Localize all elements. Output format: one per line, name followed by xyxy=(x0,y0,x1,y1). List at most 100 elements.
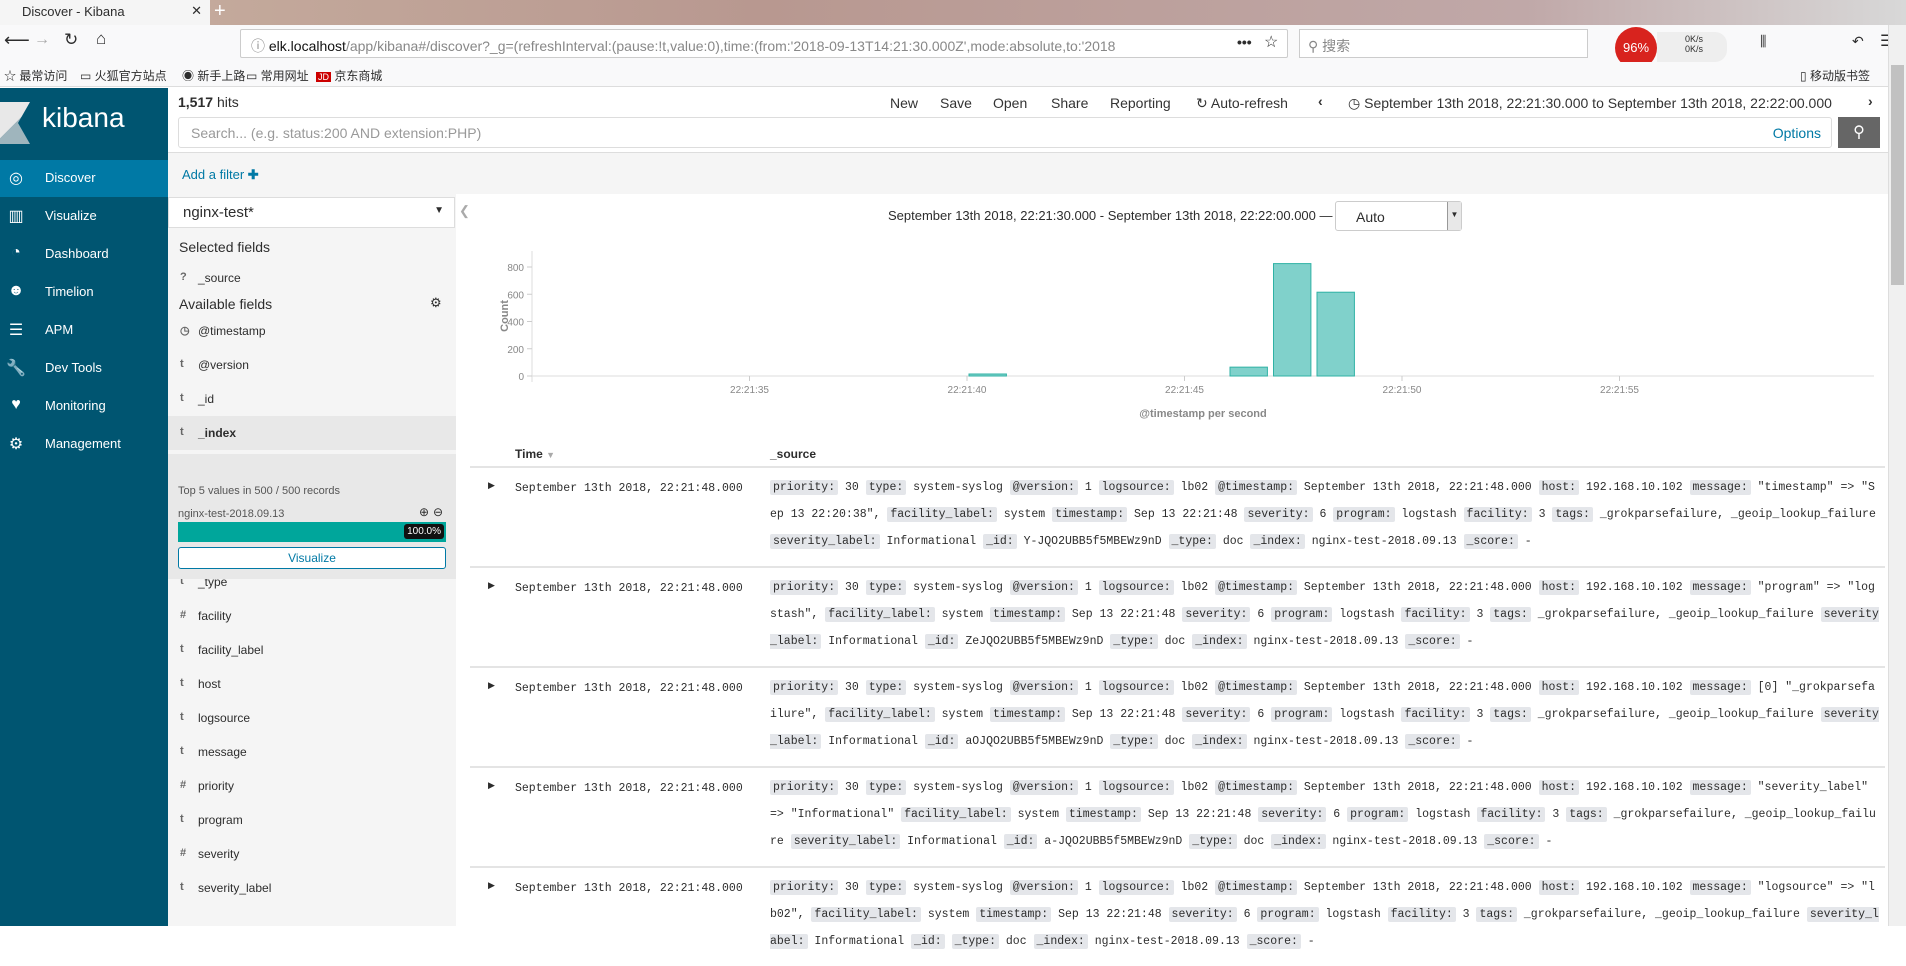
field-id[interactable]: t _id xyxy=(168,382,456,416)
row-time: September 13th 2018, 22:21:48.000 xyxy=(515,482,743,495)
url-bar[interactable]: ⓘ elk.localhost/app/kibana#/discover?_g=… xyxy=(240,29,1288,58)
expand-row-icon[interactable]: ▶ xyxy=(488,680,495,691)
browser-tab[interactable]: Discover - Kibana ✕ xyxy=(0,0,210,25)
column-header-time[interactable]: Time ▼ xyxy=(515,447,555,461)
source-key: message: xyxy=(1689,580,1751,595)
field-message[interactable]: t message xyxy=(168,735,456,769)
bookmark-getting-started[interactable]: ◉ 新手上路 xyxy=(182,67,245,84)
table-row: ▶ September 13th 2018, 22:21:48.000 priori… xyxy=(470,766,1885,866)
options-button[interactable]: Options xyxy=(1773,125,1821,141)
field-program[interactable]: t program xyxy=(168,803,456,837)
field-host[interactable]: t host xyxy=(168,667,456,701)
library-icon[interactable]: ⫼ xyxy=(1760,33,1766,50)
open-button[interactable]: Open xyxy=(993,95,1027,111)
source-value: doc xyxy=(1222,535,1244,548)
field-facilitylabel[interactable]: t facility_label xyxy=(168,633,456,667)
source-key: facility: xyxy=(1401,607,1470,622)
field-priority[interactable]: # priority xyxy=(168,769,456,803)
back-icon[interactable]: ⟵ xyxy=(4,30,30,51)
more-icon[interactable]: ••• xyxy=(1237,34,1252,50)
top-values-title: Top 5 values in 500 / 500 records xyxy=(178,485,341,497)
field-settings-gear-icon[interactable]: ⚙ xyxy=(430,295,442,311)
sidebar-item-discover[interactable]: ◎ Discover xyxy=(0,160,168,197)
source-value: Informational xyxy=(907,835,997,848)
source-value: 3 xyxy=(1538,508,1546,521)
compass-icon: ◎ xyxy=(9,170,23,187)
sidebar-item-visualize[interactable]: ▥ Visualize xyxy=(0,198,168,235)
source-key: severity_label: xyxy=(770,534,880,549)
collapse-sidebar-icon[interactable]: ❮ xyxy=(459,203,470,219)
auto-refresh-button[interactable]: ↻ Auto-refresh xyxy=(1196,95,1288,112)
source-key: timestamp: xyxy=(989,707,1065,722)
bookmark-firefox-site[interactable]: ▭ 火狐官方站点 xyxy=(80,67,167,84)
mobile-bookmarks[interactable]: ▯ 移动版书签 xyxy=(1800,67,1870,84)
index-pattern-select[interactable]: nginx-test* ▼ xyxy=(168,197,455,228)
query-search-input[interactable]: Search... (e.g. status:200 AND extension… xyxy=(178,117,1832,148)
bookmark-common-sites[interactable]: ▭ 常用网址 xyxy=(246,67,309,84)
undo-icon[interactable]: ↶ xyxy=(1852,33,1864,50)
time-prev-icon[interactable]: ‹ xyxy=(1318,93,1323,109)
zoom-out-filter-icon[interactable]: ⊖ xyxy=(433,505,443,519)
browser-search-input[interactable]: ⚲ 搜索 xyxy=(1299,29,1588,58)
source-value: 30 xyxy=(845,681,859,694)
bookmark-most-visited[interactable]: ☆ 最常访问 xyxy=(4,67,67,84)
source-key: severity: xyxy=(1182,707,1251,722)
time-next-icon[interactable]: › xyxy=(1868,93,1873,109)
sidebar-item-monitoring[interactable]: ♥ Monitoring xyxy=(0,388,168,425)
expand-row-icon[interactable]: ▶ xyxy=(488,480,495,491)
field-logsource[interactable]: t logsource xyxy=(168,701,456,735)
bookmark-star-icon[interactable]: ☆ xyxy=(1264,32,1278,52)
expand-row-icon[interactable]: ▶ xyxy=(488,880,495,891)
source-key: _score: xyxy=(1246,934,1301,949)
page-scrollbar[interactable] xyxy=(1888,25,1906,926)
save-button[interactable]: Save xyxy=(940,95,972,111)
source-value: September 13th 2018, 22:21:48.000 xyxy=(1303,781,1532,794)
field-version[interactable]: t @version xyxy=(168,348,456,382)
field-timestamp[interactable]: ◷ @timestamp xyxy=(168,314,456,348)
index-pattern-label: nginx-test* xyxy=(183,204,254,221)
visualize-field-button[interactable]: Visualize xyxy=(178,547,446,569)
reload-icon[interactable]: ↻ xyxy=(64,30,78,50)
source-key: program: xyxy=(1333,507,1395,522)
row-time: September 13th 2018, 22:21:48.000 xyxy=(515,682,743,695)
row-source: priority: 30 type: system-syslog @versio… xyxy=(770,574,1880,655)
new-button[interactable]: New xyxy=(890,95,918,111)
field-severity[interactable]: # severity xyxy=(168,837,456,871)
field-facility[interactable]: # facility xyxy=(168,599,456,633)
field-index[interactable]: t _index xyxy=(168,416,456,450)
source-key: type: xyxy=(865,780,907,795)
sidebar-item-dashboard[interactable]: ◔ Dashboard xyxy=(0,236,168,273)
expand-row-icon[interactable]: ▶ xyxy=(488,580,495,591)
source-key: timestamp: xyxy=(1052,507,1128,522)
string-type-icon: t xyxy=(180,392,184,404)
sidebar-item-timelion[interactable]: ☻ Timelion xyxy=(0,274,168,311)
row-source: priority: 30 type: system-syslog @versio… xyxy=(770,474,1880,555)
time-range-picker[interactable]: ◷ September 13th 2018, 22:21:30.000 to S… xyxy=(1348,95,1832,112)
field-source[interactable]: ? _source xyxy=(168,261,456,295)
scrollbar-thumb[interactable] xyxy=(1891,65,1904,285)
source-value: system-syslog xyxy=(913,881,1003,894)
speed-widget[interactable]: 96% 0K/s 0K/s xyxy=(1615,27,1735,69)
share-button[interactable]: Share xyxy=(1051,95,1088,111)
sidebar-item-management[interactable]: ⚙ Management xyxy=(0,426,168,463)
new-tab-button[interactable]: + xyxy=(214,0,226,23)
bar-chart-icon: ▥ xyxy=(8,208,24,225)
home-icon[interactable]: ⌂ xyxy=(96,29,106,49)
close-tab-icon[interactable]: ✕ xyxy=(191,3,202,19)
bookmark-jd[interactable]: JD 京东商城 xyxy=(316,67,382,84)
source-key: facility_label: xyxy=(901,807,1011,822)
search-button[interactable]: ⚲ xyxy=(1838,117,1880,148)
interval-select[interactable]: Auto ▼ xyxy=(1335,201,1462,231)
expand-row-icon[interactable]: ▶ xyxy=(488,780,495,791)
histogram-bar xyxy=(968,373,1007,377)
zoom-in-filter-icon[interactable]: ⊕ xyxy=(419,505,429,519)
x-tick-label: 22:21:45 xyxy=(1165,385,1204,396)
sidebar-item-apm[interactable]: ☰ APM xyxy=(0,312,168,349)
add-filter-button[interactable]: Add a filter ✚ xyxy=(182,167,259,183)
reporting-button[interactable]: Reporting xyxy=(1110,95,1171,111)
source-value: system-syslog xyxy=(913,781,1003,794)
sidebar-item-dev-tools[interactable]: 🔧 Dev Tools xyxy=(0,350,168,387)
field-severitylabel[interactable]: t severity_label xyxy=(168,871,456,905)
field-name: @timestamp xyxy=(198,324,266,338)
forward-icon[interactable]: → xyxy=(34,31,50,49)
